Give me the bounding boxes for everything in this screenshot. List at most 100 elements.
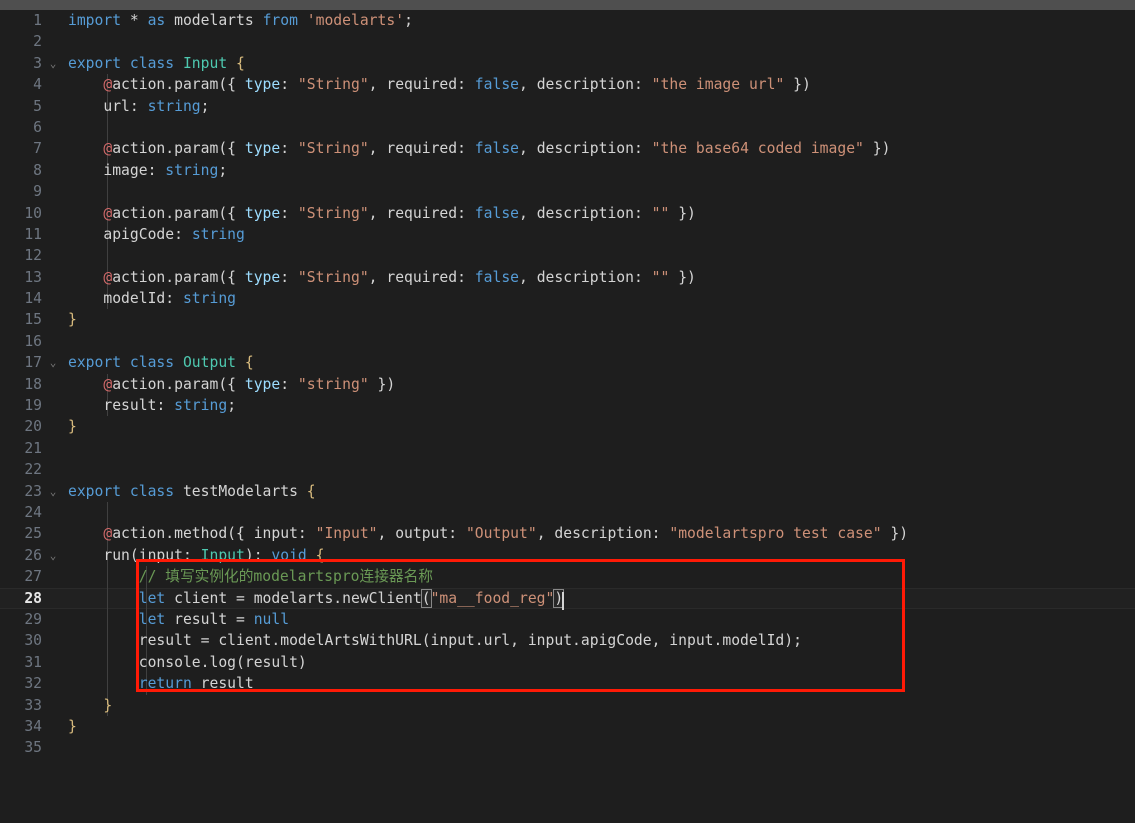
code-line[interactable]: 23 ⌄ export class testModelarts {: [0, 481, 1135, 502]
line-number: 14: [24, 290, 42, 308]
code-line[interactable]: 11 apigCode: string: [0, 223, 1135, 246]
token-string: "Output": [465, 525, 537, 543]
token-keyword: false: [474, 76, 520, 94]
scrollbar-thumb[interactable]: [0, 0, 1135, 10]
token-decorator-sigil: @: [103, 140, 113, 158]
code-line[interactable]: 13 @action.param({ type: "String", requi…: [0, 266, 1135, 289]
token-plain: :: [457, 268, 475, 286]
code-line[interactable]: 31 console.log(result): [0, 651, 1135, 674]
horizontal-scrollbar[interactable]: [0, 0, 1135, 10]
token-plain: :: [156, 397, 175, 415]
line-text: let client = modelarts.newClient("ma__fo…: [68, 588, 565, 610]
line-text: console.log(result): [68, 652, 307, 673]
token-property: description: [554, 525, 652, 543]
code-line[interactable]: 27 // 填写实例化的modelartspro连接器名称: [0, 566, 1135, 588]
token-plain: ,: [368, 204, 387, 222]
code-line[interactable]: 35: [0, 737, 1135, 758]
line-text: }: [68, 695, 112, 716]
code-line[interactable]: 18 @action.param({ type: "string" }): [0, 373, 1135, 396]
line-number: 2: [33, 33, 42, 51]
code-line[interactable]: 25 @action.method({ input: "Input", outp…: [0, 523, 1135, 545]
code-line[interactable]: 5 url: string;: [0, 95, 1135, 117]
token-plain: image: [68, 161, 148, 179]
token-plain: :: [651, 525, 670, 543]
fold-chevron-icon[interactable]: ⌄: [46, 545, 60, 566]
token-plain: :: [129, 97, 148, 115]
code-line[interactable]: 6: [0, 116, 1135, 139]
fold-chevron-icon[interactable]: ⌄: [46, 53, 60, 74]
token-plain: ;: [218, 161, 228, 179]
code-line[interactable]: 17 ⌄ export class Output {: [0, 352, 1135, 373]
line-number: 3: [33, 54, 42, 72]
fold-chevron-icon[interactable]: ⌄: [46, 481, 60, 502]
line-text: @action.param({ type: "String", required…: [68, 74, 810, 95]
token-bracket: {: [244, 354, 254, 372]
code-line[interactable]: 9: [0, 181, 1135, 203]
token-bracket: }: [68, 311, 77, 329]
code-line[interactable]: 30 result = client.modelArtsWithURL(inpu…: [0, 630, 1135, 652]
code-content-area[interactable]: 1 import * as modelarts from 'modelarts'…: [0, 10, 1135, 782]
token-keyword: export: [68, 354, 122, 372]
code-line[interactable]: 20 }: [0, 416, 1135, 437]
code-line[interactable]: 22: [0, 459, 1135, 480]
indent-guide: [107, 245, 108, 267]
code-line[interactable]: 10 @action.param({ type: "String", requi…: [0, 202, 1135, 224]
token-plain: :: [297, 525, 316, 543]
token-plain: action.param({: [112, 268, 245, 286]
code-line[interactable]: 3 ⌄ export class Input {: [0, 53, 1135, 74]
code-line[interactable]: 29 let result = null: [0, 608, 1135, 631]
token-property: type: [244, 140, 281, 158]
token-plain: :: [280, 375, 298, 393]
code-line[interactable]: 33 }: [0, 694, 1135, 716]
line-text: result: string;: [68, 395, 236, 416]
code-line[interactable]: 21: [0, 438, 1135, 459]
token-plain: client = modelarts.newClient: [165, 589, 422, 607]
line-text: export class Input {: [68, 53, 245, 74]
line-number: 9: [33, 183, 42, 201]
line-text: apigCode: string: [68, 224, 245, 245]
token-keyword: as: [147, 12, 166, 29]
token-plain: :: [174, 225, 192, 243]
token-property: type: [244, 268, 281, 286]
token-plain: }): [669, 204, 696, 222]
code-line[interactable]: 2: [0, 31, 1135, 52]
line-number: 22: [24, 461, 42, 479]
token-type: string: [182, 290, 237, 308]
code-line[interactable]: 8 image: string;: [0, 159, 1135, 182]
token-keyword: return: [138, 675, 192, 693]
token-plain: :: [633, 268, 652, 286]
code-editor[interactable]: 1 import * as modelarts from 'modelarts'…: [0, 0, 1135, 782]
code-line[interactable]: 1 import * as modelarts from 'modelarts'…: [0, 10, 1135, 31]
code-line[interactable]: 19 result: string;: [0, 395, 1135, 417]
token-keyword: class: [129, 354, 175, 372]
code-line[interactable]: 16: [0, 331, 1135, 352]
code-line[interactable]: 34 }: [0, 716, 1135, 737]
token-property: description: [536, 268, 634, 286]
token-plain: :: [457, 76, 475, 94]
code-line[interactable]: 15 }: [0, 309, 1135, 330]
code-line[interactable]: 4 @action.param({ type: "String", requir…: [0, 74, 1135, 96]
code-line-active[interactable]: 28 let client = modelarts.newClient("ma_…: [0, 587, 1135, 610]
line-number: 15: [24, 311, 42, 329]
fold-chevron-icon[interactable]: ⌄: [46, 352, 60, 373]
code-line[interactable]: 26 ⌄ run(input: Input): void {: [0, 544, 1135, 567]
token-plain: action.param({: [112, 140, 245, 158]
line-number: 7: [33, 140, 42, 158]
code-line[interactable]: 14 modelId: string: [0, 288, 1135, 310]
token-plain: :: [633, 204, 652, 222]
token-keyword: null: [253, 610, 290, 628]
token-decorator-sigil: @: [103, 76, 113, 94]
token-plain: action.method({: [112, 525, 254, 543]
token-plain: }): [863, 140, 891, 158]
token-bracket: {: [236, 54, 245, 72]
code-line[interactable]: 7 @action.param({ type: "String", requir…: [0, 138, 1135, 160]
token-plain: apigCode: [68, 225, 175, 243]
token-keyword: false: [474, 268, 520, 286]
indent-guide: [107, 116, 108, 139]
line-number-active: 28: [24, 589, 42, 607]
code-line[interactable]: 24: [0, 501, 1135, 524]
token-string: "String": [297, 140, 369, 158]
code-line[interactable]: 12: [0, 245, 1135, 267]
token-plain: ;: [227, 397, 237, 415]
code-line[interactable]: 32 return result: [0, 673, 1135, 695]
